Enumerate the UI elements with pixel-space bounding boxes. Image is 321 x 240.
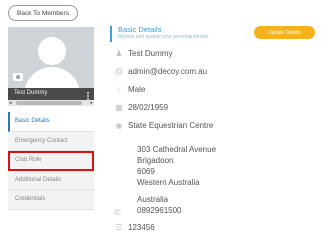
more-options-icon[interactable] — [87, 92, 90, 100]
address-postcode: 6069 — [137, 167, 155, 176]
camera-icon[interactable] — [13, 73, 23, 81]
horizontal-scrollbar[interactable]: ◂ ▸ — [8, 100, 94, 106]
side-nav: Basic Details Emergency Contact Club Rol… — [8, 112, 94, 210]
member-centre: State Equestrian Centre — [128, 121, 214, 130]
profile-name: Test Dummy — [14, 90, 48, 96]
dob-row: ▦ 28/02/1959 — [110, 103, 168, 112]
member-id-row: ☰ 123456 — [110, 223, 155, 232]
centre-row: ◉ State Equestrian Centre — [110, 121, 214, 130]
nav-item-basic-details[interactable]: Basic Details — [8, 112, 94, 132]
member-dob: 28/02/1959 — [128, 103, 169, 112]
address-country: Australia — [137, 195, 169, 204]
address-block: 303 Cathedral Avenue Brigadoon 6069 West… — [137, 144, 216, 216]
avatar — [8, 27, 94, 88]
basic-details-panel: Basic Details Review and update your per… — [110, 26, 315, 232]
member-id: 123456 — [128, 223, 155, 232]
back-to-members-button[interactable]: Back To Members — [8, 5, 78, 21]
avatar-body — [24, 67, 80, 88]
email-row: @ admin@decoy.com.au — [110, 67, 207, 76]
member-email: admin@decoy.com.au — [128, 67, 208, 76]
address-line2: Brigadoon — [137, 156, 174, 165]
scroll-left-icon[interactable]: ◂ — [9, 100, 12, 106]
location-icon: ◉ — [115, 121, 123, 130]
gender-row: ♂ Male — [110, 85, 145, 94]
member-name: Test Dummy — [128, 49, 173, 58]
at-icon: @ — [114, 67, 124, 76]
address-line1: 303 Cathedral Avenue — [137, 145, 217, 154]
id-card-icon: ☰ — [115, 223, 123, 232]
scroll-thumb[interactable] — [16, 101, 82, 105]
nav-item-emergency-contact[interactable]: Emergency Contact — [8, 131, 94, 151]
phone-icon: ✆ — [114, 208, 121, 217]
calendar-icon: ▦ — [115, 103, 123, 112]
nav-item-credentials[interactable]: Credentials — [8, 190, 94, 210]
scroll-right-icon[interactable]: ▸ — [90, 100, 93, 106]
member-phone: 0892961500 — [137, 206, 182, 215]
avatar-head — [38, 37, 66, 65]
update-details-button[interactable]: Update Details — [254, 26, 315, 39]
address-state: Western Australia — [137, 178, 200, 187]
member-gender: Male — [128, 85, 146, 94]
male-icon: ♂ — [116, 85, 122, 94]
name-row: ♟ Test Dummy — [110, 49, 172, 58]
person-icon: ♟ — [115, 49, 123, 58]
nav-item-club-role[interactable]: Club Role — [8, 151, 94, 171]
nav-item-additional-details[interactable]: Additional Details — [8, 170, 94, 190]
